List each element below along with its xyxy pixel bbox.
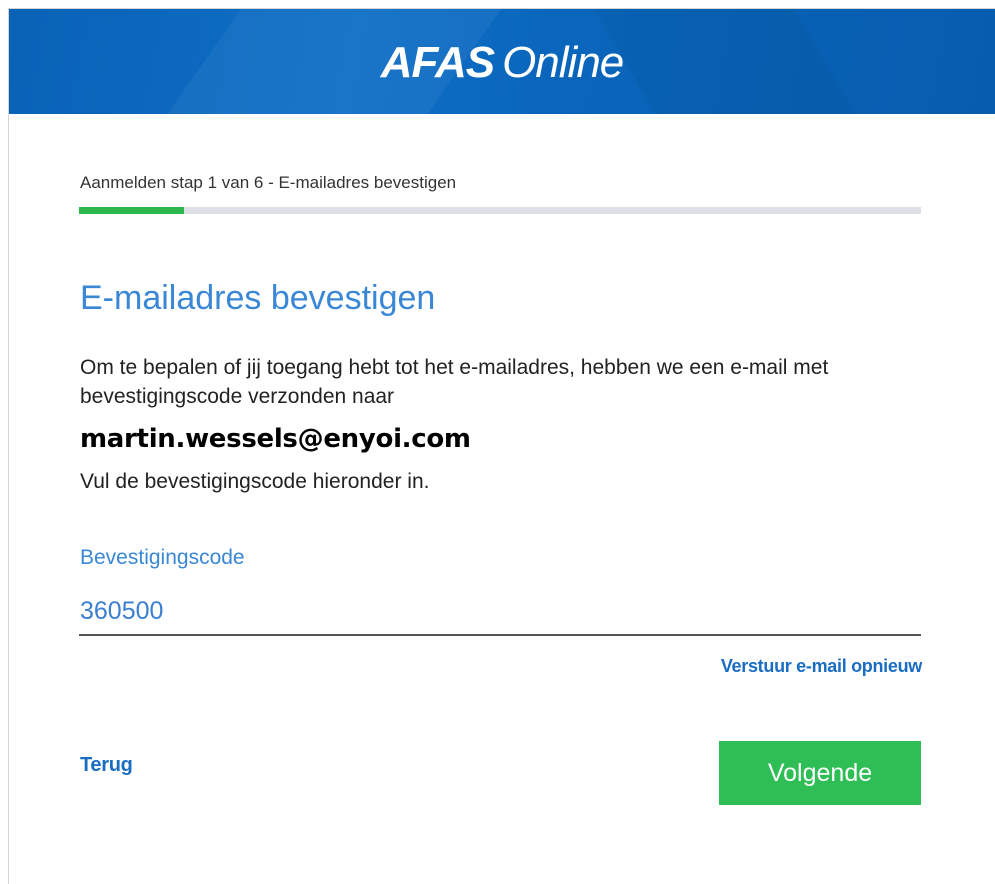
resend-email-link[interactable]: Verstuur e-mail opnieuw: [721, 656, 922, 677]
verification-code-input[interactable]: [79, 588, 921, 636]
intro-text: Om te bepalen of jij toegang hebt tot he…: [80, 356, 829, 408]
logo-text-bold: AFAS: [380, 38, 495, 87]
afas-online-logo: AFAS Online: [9, 37, 995, 89]
back-link[interactable]: Terug: [80, 754, 133, 777]
step-indicator-label: Aanmelden stap 1 van 6 - E-mailadres bev…: [80, 173, 457, 192]
logo-text-light: Online: [502, 38, 624, 87]
page-title: E-mailadres bevestigen: [80, 279, 436, 317]
next-button[interactable]: Volgende: [719, 741, 921, 805]
email-address: martin.wessels@enyoi.com: [80, 424, 471, 454]
instruction-text: Vul de bevestigingscode hieronder in.: [80, 470, 430, 493]
code-field-label: Bevestigingscode: [80, 546, 245, 569]
progress-bar-fill: [79, 207, 185, 214]
header-banner: AFAS Online: [9, 9, 995, 114]
progress-bar: [79, 207, 921, 214]
